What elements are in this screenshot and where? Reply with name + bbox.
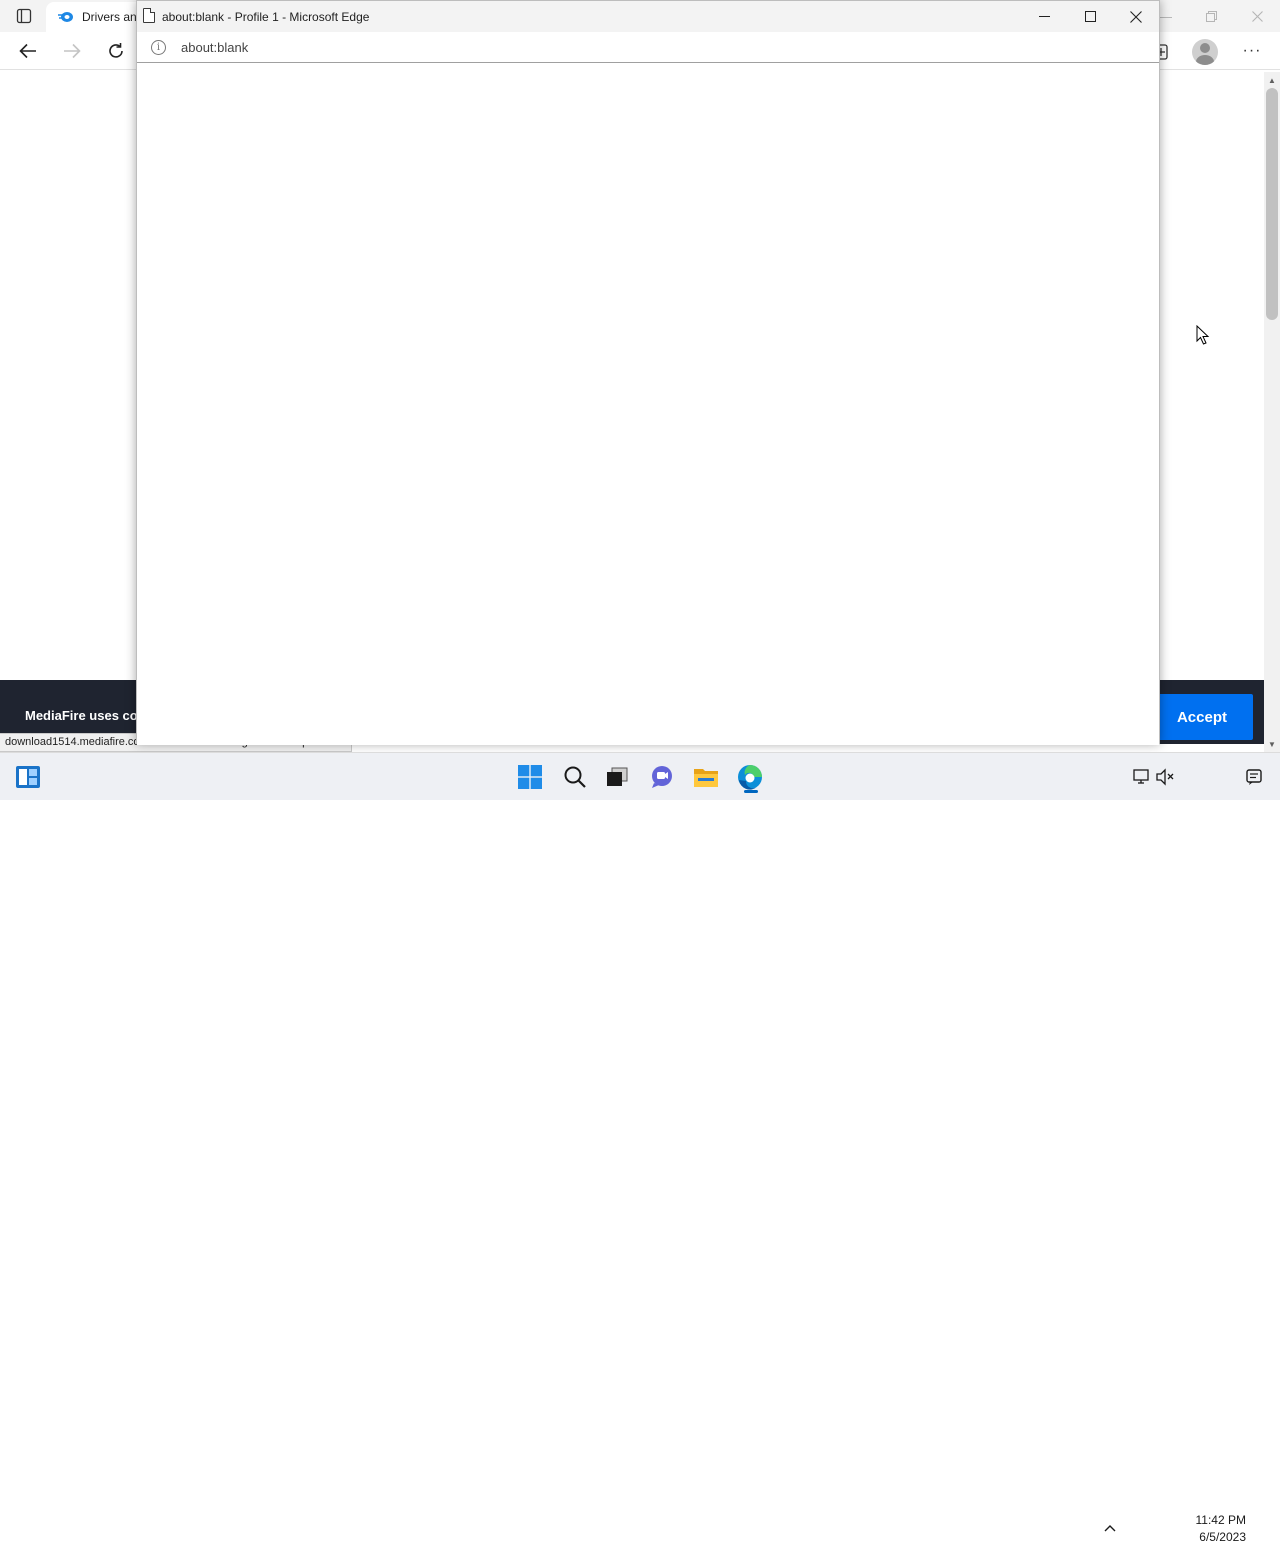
clock-time: 11:42 PM: [1195, 1513, 1246, 1527]
show-hidden-icons-button[interactable]: [1101, 1518, 1119, 1538]
page-icon: [143, 8, 155, 23]
search-icon: [564, 766, 586, 788]
file-explorer-button[interactable]: [690, 761, 722, 793]
close-icon: [1251, 10, 1263, 22]
folder-icon: [694, 769, 718, 787]
popup-maximize-button[interactable]: [1067, 1, 1113, 32]
popup-window-title: about:blank - Profile 1 - Microsoft Edge: [162, 10, 370, 24]
scroll-up-arrow-icon[interactable]: ▲: [1264, 72, 1280, 88]
popup-url-text[interactable]: about:blank: [181, 40, 248, 55]
popup-page-content: [137, 63, 1159, 745]
refresh-icon: [109, 43, 123, 58]
notifications-button[interactable]: [1238, 761, 1270, 793]
forward-arrow-icon: [64, 43, 81, 59]
back-arrow-icon: [19, 43, 36, 59]
close-button[interactable]: [1234, 0, 1280, 32]
popup-close-button[interactable]: [1113, 1, 1159, 32]
windows-taskbar: 11:42 PM 6/5/2023: [0, 752, 1280, 1544]
close-icon: [1130, 10, 1142, 23]
clock-date: 6/5/2023: [1199, 1530, 1246, 1544]
chevron-up-icon: [1104, 1525, 1116, 1532]
widgets-icon: [16, 766, 40, 788]
cookie-banner-text: MediaFire uses coo: [25, 708, 146, 723]
windows-logo-icon: [518, 765, 542, 789]
volume-button[interactable]: [1149, 761, 1181, 793]
tab-actions-button[interactable]: [8, 4, 40, 28]
settings-more-button[interactable]: ···: [1238, 38, 1266, 64]
popup-address-bar[interactable]: i about:blank: [137, 32, 1159, 63]
popup-title-bar[interactable]: about:blank - Profile 1 - Microsoft Edge: [137, 1, 1159, 32]
volume-muted-icon: [1156, 768, 1174, 786]
search-button[interactable]: [559, 761, 591, 793]
forward-button[interactable]: [56, 36, 88, 66]
maximize-icon: [1084, 11, 1096, 22]
start-button[interactable]: [514, 761, 546, 793]
taskbar-clock[interactable]: 11:42 PM 6/5/2023: [1180, 1512, 1246, 1546]
mouse-cursor-icon: [1196, 324, 1210, 351]
minimize-icon: [1038, 16, 1050, 17]
profile-avatar[interactable]: [1192, 39, 1218, 65]
chat-icon: [652, 766, 672, 788]
task-view-icon: [607, 767, 628, 786]
chat-button[interactable]: [646, 761, 678, 793]
popup-minimize-button[interactable]: [1021, 1, 1067, 32]
tab-actions-icon: [16, 8, 32, 24]
task-view-button[interactable]: [601, 761, 633, 793]
background-window-controls: —: [1142, 0, 1280, 32]
popup-window-controls: [1021, 1, 1159, 32]
restore-icon: [1205, 10, 1217, 22]
tab-title: Drivers an: [82, 10, 137, 24]
popup-browser-window: about:blank - Profile 1 - Microsoft Edge…: [136, 0, 1160, 745]
info-icon[interactable]: i: [151, 40, 166, 55]
notification-icon: [1246, 769, 1262, 785]
scroll-down-arrow-icon[interactable]: ▼: [1264, 736, 1280, 752]
active-app-indicator: [744, 790, 758, 793]
mediafire-logo-icon: [58, 12, 73, 22]
edge-logo-icon: [738, 765, 762, 790]
restore-button[interactable]: [1188, 0, 1234, 32]
scrollbar-thumb[interactable]: [1266, 88, 1278, 320]
refresh-button[interactable]: [100, 36, 132, 66]
widgets-button[interactable]: [12, 761, 44, 793]
edge-taskbar-button[interactable]: [734, 761, 766, 793]
back-button[interactable]: [12, 36, 44, 66]
